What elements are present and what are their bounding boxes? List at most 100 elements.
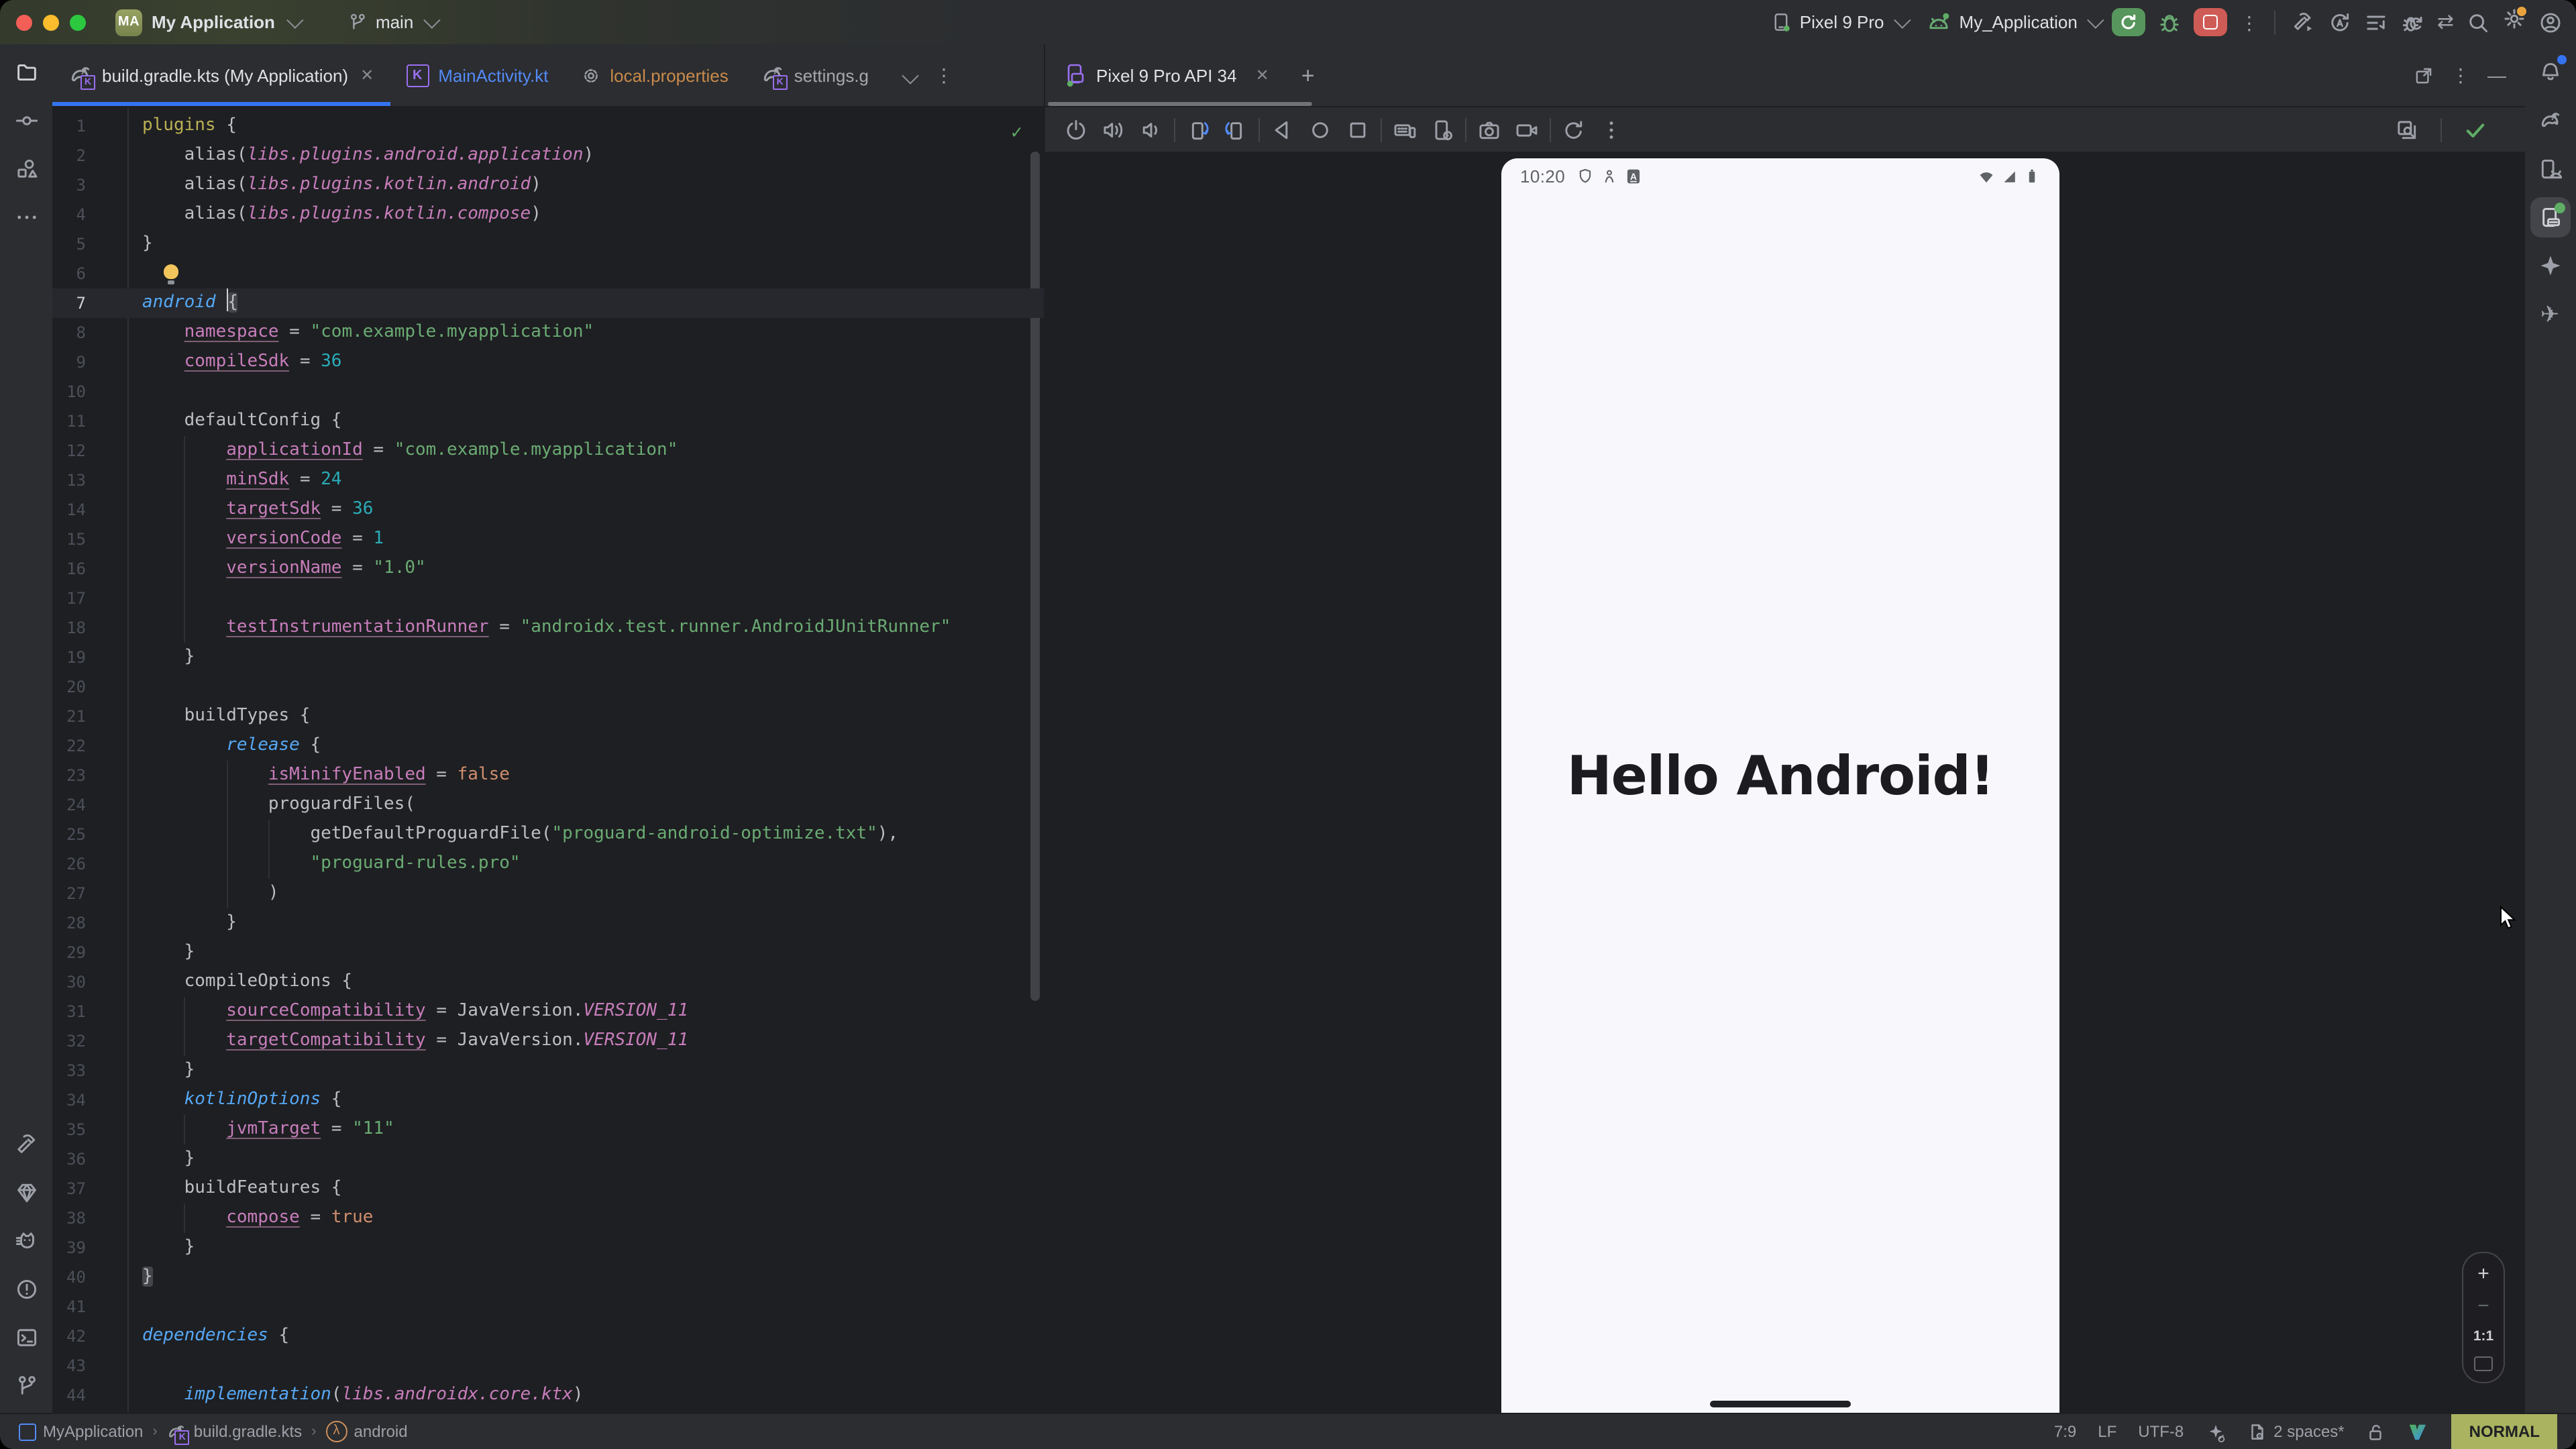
line-number[interactable]: 7 — [52, 288, 86, 318]
tab-settings-gradle[interactable]: K settings.g — [745, 44, 885, 106]
code-line[interactable]: 33 } — [52, 1056, 1044, 1085]
line-number[interactable]: 18 — [52, 613, 86, 643]
kebab-icon[interactable] — [1599, 117, 1623, 142]
back-icon[interactable] — [1271, 117, 1295, 142]
hide-panel-button[interactable]: — — [2487, 66, 2506, 85]
reset-icon[interactable] — [1562, 117, 1586, 142]
code-line[interactable]: 31 sourceCompatibility = JavaVersion.VER… — [52, 997, 1044, 1026]
zoom-reset-button[interactable]: 1:1 — [2473, 1328, 2493, 1344]
resource-manager-tool-button[interactable] — [6, 149, 46, 189]
terminal-tool-button[interactable] — [6, 1318, 46, 1358]
line-number[interactable]: 21 — [52, 702, 86, 731]
zoom-out-button[interactable]: − — [2477, 1296, 2489, 1316]
line-number[interactable]: 33 — [52, 1056, 86, 1085]
code-line[interactable]: 42dependencies { — [52, 1322, 1044, 1351]
camera-icon[interactable] — [1477, 117, 1501, 142]
code-line[interactable]: 43 — [52, 1351, 1044, 1381]
navigation-handle[interactable] — [1710, 1401, 1851, 1407]
line-number[interactable]: 42 — [52, 1322, 86, 1351]
code-line[interactable]: 20 — [52, 672, 1044, 702]
code-line[interactable]: 24 proguardFiles( — [52, 790, 1044, 820]
code-line[interactable]: 39 } — [52, 1233, 1044, 1263]
intention-bulb-icon[interactable] — [163, 264, 178, 279]
run-configuration-selector[interactable]: My_Application — [1927, 10, 2100, 34]
line-number[interactable]: 30 — [52, 967, 86, 997]
breadcrumb-module[interactable]: MyApplication — [19, 1422, 143, 1441]
code-line[interactable]: 30 compileOptions { — [52, 967, 1044, 997]
ai-assistant-off-icon[interactable] — [2205, 1421, 2225, 1442]
profiler-bug-icon[interactable] — [2401, 10, 2425, 34]
gradle-tool-button[interactable] — [2530, 101, 2570, 141]
line-number[interactable]: 29 — [52, 938, 86, 967]
line-number[interactable]: 16 — [52, 554, 86, 584]
breadcrumb-file[interactable]: K build.gradle.kts — [167, 1421, 302, 1442]
close-window-button[interactable] — [16, 14, 32, 30]
version-control-tool-button[interactable] — [6, 1366, 46, 1406]
code-line[interactable]: 40} — [52, 1263, 1044, 1292]
more-tool-windows-button[interactable] — [6, 197, 46, 237]
tab-mainactivity-kt[interactable]: K MainActivity.kt — [390, 44, 564, 106]
caret-position[interactable]: 7:9 — [2054, 1422, 2076, 1441]
code-line[interactable]: 41 — [52, 1292, 1044, 1322]
commit-tool-button[interactable] — [6, 101, 46, 141]
line-number[interactable]: 22 — [52, 731, 86, 761]
line-number[interactable]: 40 — [52, 1263, 86, 1292]
panel-options-button[interactable]: ⋮ — [2451, 66, 2470, 85]
more-actions-button[interactable]: ⋮ — [2240, 13, 2259, 32]
account-icon[interactable] — [2538, 10, 2563, 34]
line-number[interactable]: 1 — [52, 111, 86, 141]
code-line[interactable]: 21 buildTypes { — [52, 702, 1044, 731]
code-line[interactable]: 28 } — [52, 908, 1044, 938]
code-line[interactable]: 44 implementation(libs.androidx.core.ktx… — [52, 1381, 1044, 1410]
code-line[interactable]: 6 — [52, 259, 1044, 288]
line-number[interactable]: 37 — [52, 1174, 86, 1203]
line-number[interactable]: 36 — [52, 1144, 86, 1174]
debug-button[interactable] — [2158, 10, 2182, 34]
running-devices-tool-button[interactable] — [2530, 197, 2570, 237]
app-quality-insights-tool-button[interactable] — [6, 1173, 46, 1213]
code-line[interactable]: 10 — [52, 377, 1044, 407]
zoom-in-button[interactable]: + — [2477, 1264, 2489, 1284]
device-tab[interactable]: Pixel 9 Pro API 34 ✕ — [1051, 44, 1283, 106]
code-line[interactable]: 1plugins { — [52, 111, 1044, 141]
code-line[interactable]: 12 applicationId = "com.example.myapplic… — [52, 436, 1044, 466]
problems-tool-button[interactable] — [6, 1269, 46, 1309]
line-number[interactable]: 28 — [52, 908, 86, 938]
code-line[interactable]: 17 — [52, 584, 1044, 613]
line-number[interactable]: 11 — [52, 407, 86, 436]
line-number[interactable]: 32 — [52, 1026, 86, 1056]
record-icon[interactable] — [1515, 117, 1539, 142]
project-widget[interactable]: MA My Application — [115, 9, 299, 36]
search-icon[interactable] — [2466, 10, 2490, 34]
code-line[interactable]: 36 } — [52, 1144, 1044, 1174]
code-line[interactable]: 3 alias(libs.plugins.kotlin.android) — [52, 170, 1044, 200]
tab-build-gradle-kts[interactable]: K build.gradle.kts (My Application) ✕ — [52, 44, 390, 106]
code-line[interactable]: 5} — [52, 229, 1044, 259]
vim-plugin-icon[interactable] — [2408, 1421, 2428, 1442]
code-line[interactable]: 23 isMinifyEnabled = false — [52, 761, 1044, 790]
indent-widget[interactable]: 2 spaces* — [2247, 1421, 2344, 1442]
home-icon[interactable] — [1308, 117, 1332, 142]
line-number[interactable]: 10 — [52, 377, 86, 407]
code-line[interactable]: 34 kotlinOptions { — [52, 1085, 1044, 1115]
code-line[interactable]: 11 defaultConfig { — [52, 407, 1044, 436]
code-line[interactable]: 38 compose = true — [52, 1203, 1044, 1233]
line-number[interactable]: 17 — [52, 584, 86, 613]
vim-mode-badge[interactable]: NORMAL — [2452, 1414, 2557, 1449]
code-line[interactable]: 15 versionCode = 1 — [52, 525, 1044, 554]
build-hammer-icon[interactable] — [2292, 10, 2316, 34]
sync-project-icon[interactable] — [2328, 10, 2353, 34]
rerun-button[interactable] — [2112, 8, 2146, 36]
line-number[interactable]: 6 — [52, 259, 86, 288]
snap-search-icon[interactable] — [2395, 117, 2419, 142]
voldn-icon[interactable] — [1139, 117, 1163, 142]
rotr-icon[interactable] — [1224, 117, 1248, 142]
code-line[interactable]: 8 namespace = "com.example.myapplication… — [52, 318, 1044, 347]
keyboard-icon[interactable] — [1393, 117, 1417, 142]
line-number[interactable]: 2 — [52, 141, 86, 170]
popout-icon[interactable] — [2414, 65, 2434, 85]
line-number[interactable]: 39 — [52, 1233, 86, 1263]
code-line[interactable]: 29 } — [52, 938, 1044, 967]
zoom-window-button[interactable] — [70, 14, 86, 30]
rotl-icon[interactable] — [1186, 117, 1210, 142]
